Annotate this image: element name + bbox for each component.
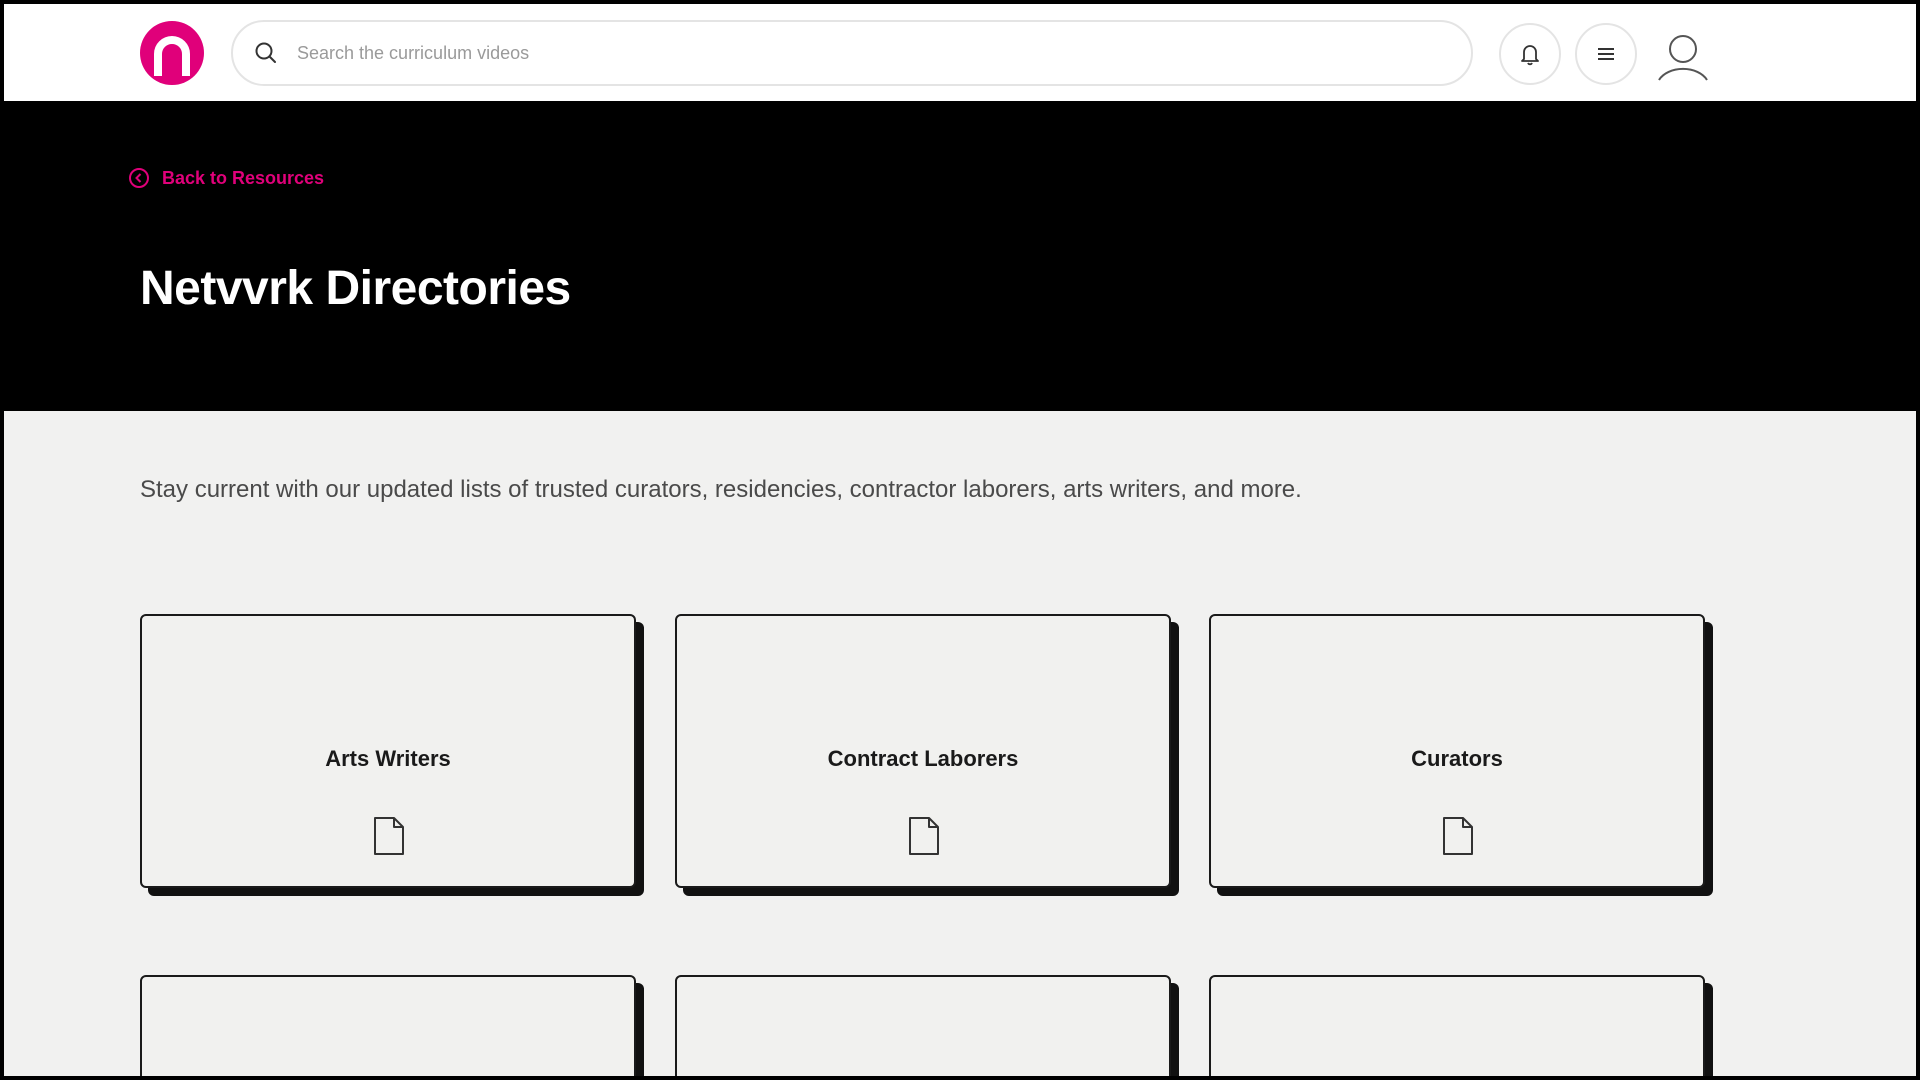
directory-card-partial[interactable] xyxy=(675,975,1171,1076)
top-bar xyxy=(4,4,1916,102)
document-icon xyxy=(374,817,404,855)
page-description: Stay current with our updated lists of t… xyxy=(140,476,1302,503)
directory-card-partial[interactable] xyxy=(1209,975,1705,1076)
bell-icon xyxy=(1521,45,1539,66)
search-input[interactable] xyxy=(295,41,1399,65)
back-to-resources-link[interactable]: Back to Resources xyxy=(128,167,324,189)
directory-card-partial[interactable] xyxy=(140,975,636,1076)
document-icon xyxy=(909,817,939,855)
hamburger-menu-icon xyxy=(1598,48,1614,60)
directory-card-curators[interactable]: Curators xyxy=(1209,614,1705,888)
back-link-label: Back to Resources xyxy=(162,167,325,188)
hero-banner: Back to Resources Netvvrk Directories xyxy=(4,101,1916,411)
netvvrk-logo-icon[interactable] xyxy=(137,18,207,88)
search-icon xyxy=(255,42,276,63)
app-frame: Back to Resources Netvvrk Directories St… xyxy=(0,0,1920,1080)
card-title: Curators xyxy=(1411,746,1503,771)
directory-card-contract-laborers[interactable]: Contract Laborers xyxy=(675,614,1171,888)
card-title: Arts Writers xyxy=(325,746,451,771)
menu-button[interactable] xyxy=(1575,23,1637,85)
user-icon[interactable] xyxy=(1654,26,1712,84)
page-title: Netvvrk Directories xyxy=(140,262,571,315)
back-arrow-icon xyxy=(129,168,149,188)
search-bar[interactable] xyxy=(231,20,1473,86)
directory-card-arts-writers[interactable]: Arts Writers xyxy=(140,614,636,888)
notifications-button[interactable] xyxy=(1499,23,1561,85)
card-title: Contract Laborers xyxy=(827,746,1019,771)
document-icon xyxy=(1443,817,1473,855)
